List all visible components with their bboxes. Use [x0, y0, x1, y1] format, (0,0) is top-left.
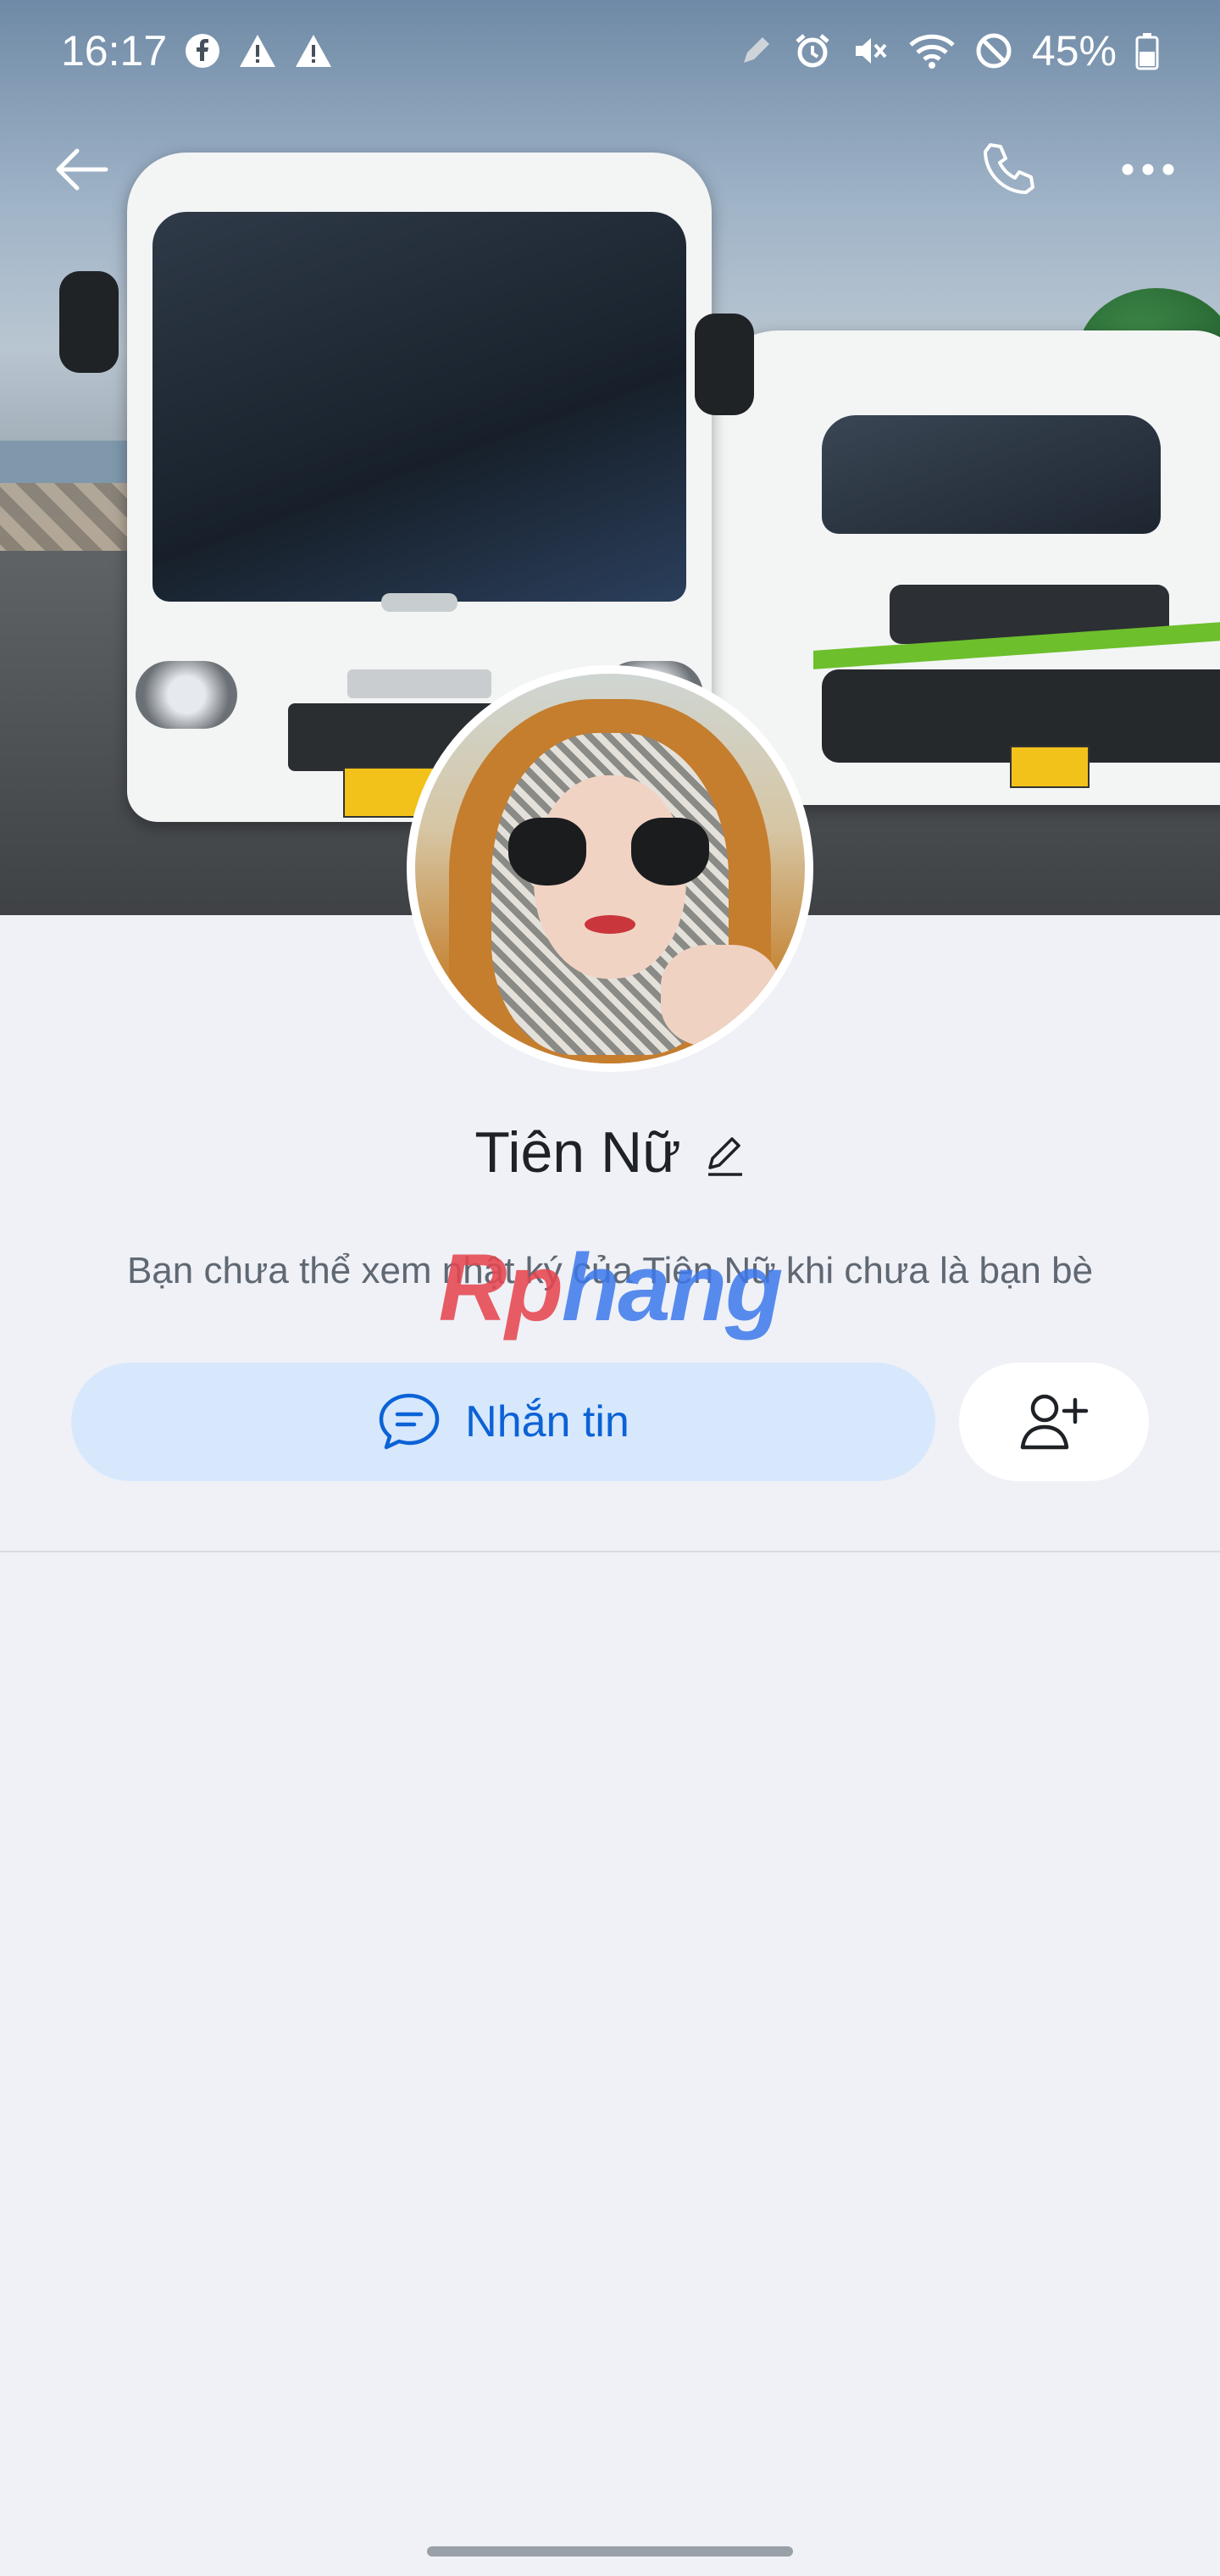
- bus-mirror-right: [695, 314, 754, 415]
- pen-icon: [737, 32, 774, 69]
- status-left: 16:17: [61, 26, 333, 75]
- more-horizontal-icon: [1122, 164, 1174, 175]
- phone-icon: [984, 143, 1034, 194]
- home-indicator[interactable]: [427, 2546, 793, 2557]
- warning-icon: [238, 33, 277, 69]
- status-right: 45%: [737, 26, 1159, 75]
- van-windshield: [822, 415, 1161, 534]
- bus-brand: [347, 669, 491, 698]
- profile-name-row: Tiên Nữ: [0, 1106, 1220, 1199]
- cover-van: [703, 330, 1220, 805]
- call-button[interactable]: [957, 119, 1059, 220]
- avatar[interactable]: [407, 665, 813, 1072]
- avatar-photo: [415, 674, 805, 1063]
- bus-badge: [381, 593, 458, 612]
- add-friend-button[interactable]: [959, 1363, 1149, 1481]
- bus-windshield: [152, 212, 686, 602]
- battery-percent: 45%: [1031, 27, 1117, 75]
- more-options-button[interactable]: [1097, 119, 1199, 220]
- message-button-label: Nhắn tin: [465, 1397, 629, 1446]
- back-button[interactable]: [30, 119, 132, 220]
- bus-mirror-left: [59, 271, 119, 373]
- alarm-icon: [793, 31, 832, 70]
- facebook-icon: [184, 32, 221, 69]
- bus-headlight-left: [136, 661, 237, 729]
- section-divider: [0, 1551, 1220, 1552]
- privacy-note: Bạn chưa thể xem nhật ký của Tiên Nữ khi…: [126, 1250, 1094, 1291]
- wifi-icon: [908, 31, 956, 70]
- status-bar: 16:17 45%: [0, 0, 1220, 102]
- top-action-bar: [0, 119, 1220, 220]
- dnd-icon: [974, 31, 1013, 70]
- van-plate: [1010, 746, 1090, 788]
- message-button[interactable]: Nhắn tin: [71, 1363, 935, 1481]
- mute-icon: [851, 31, 890, 70]
- add-friend-icon: [1020, 1394, 1089, 1450]
- avatar-sunglasses-left: [508, 818, 586, 886]
- warning-icon: [294, 33, 333, 69]
- status-time: 16:17: [61, 27, 168, 75]
- chat-bubble-icon: [379, 1393, 440, 1450]
- edit-name-button[interactable]: [703, 1132, 746, 1178]
- arrow-left-icon: [56, 148, 108, 191]
- profile-name: Tiên Nữ: [474, 1120, 681, 1185]
- avatar-sunglasses-right: [631, 818, 709, 886]
- avatar-lips: [585, 915, 635, 934]
- avatar-hand: [661, 945, 779, 1046]
- pencil-icon: [707, 1137, 742, 1176]
- battery-icon: [1135, 31, 1159, 70]
